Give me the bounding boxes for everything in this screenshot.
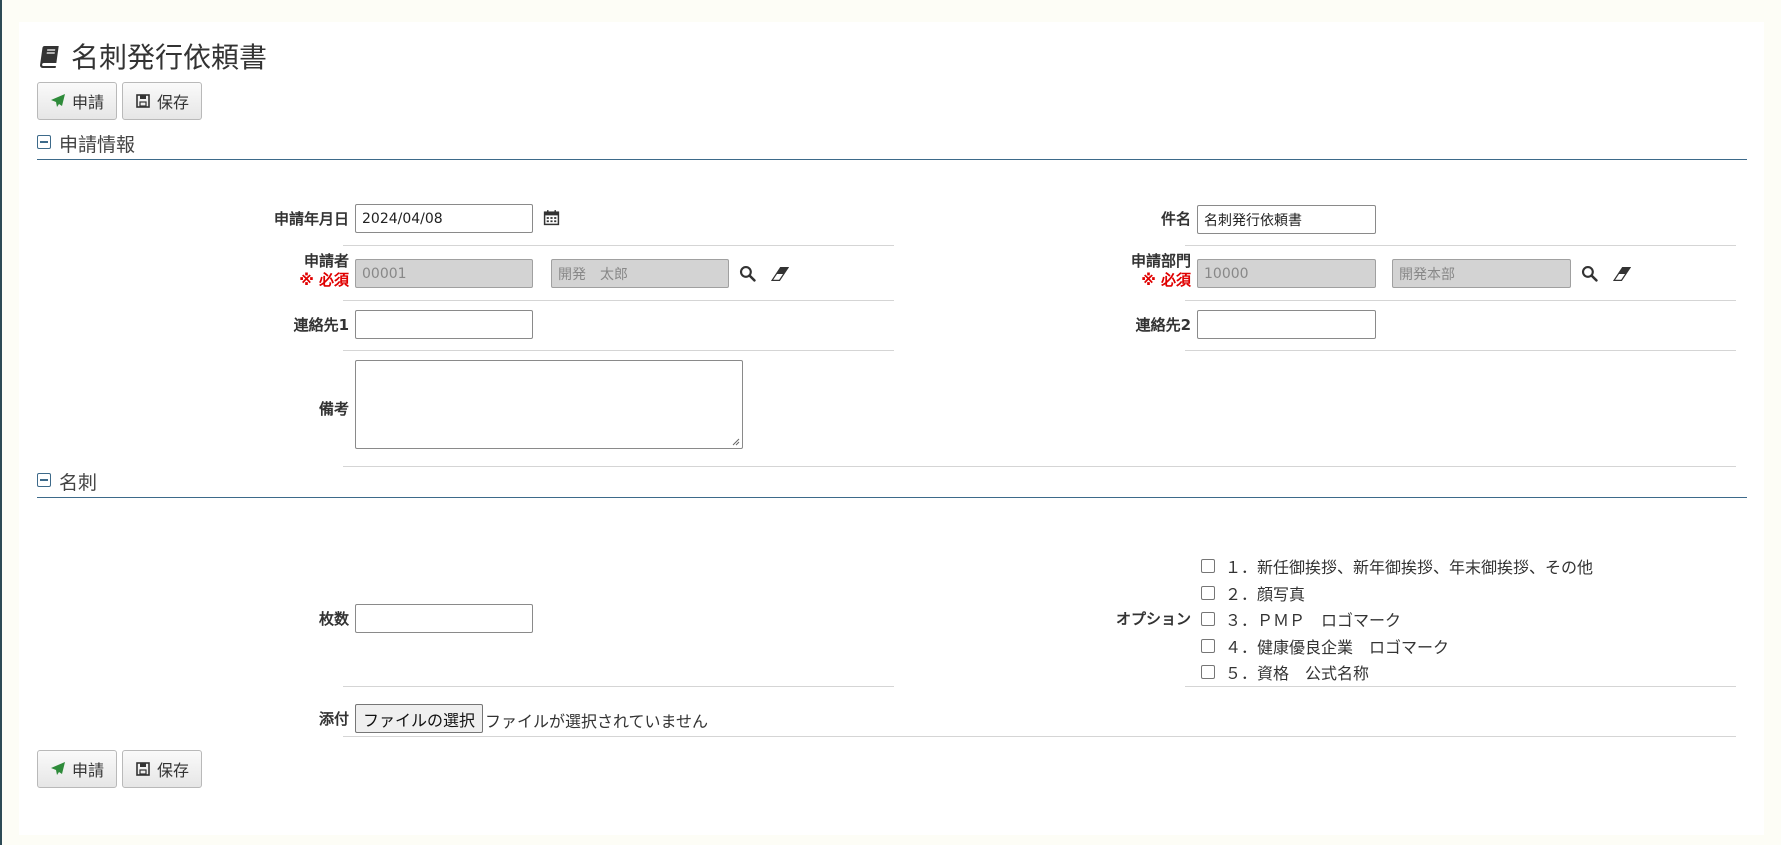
contact2-label: 連絡先2 xyxy=(1135,316,1191,334)
option-checkbox[interactable] xyxy=(1201,559,1215,574)
contact1-input[interactable] xyxy=(355,310,533,339)
collapse-icon[interactable] xyxy=(37,135,51,149)
row-divider xyxy=(1185,300,1736,301)
save-icon xyxy=(136,94,150,108)
department-label-text: 申請部門 xyxy=(1130,252,1191,270)
section-card-title: 名刺 xyxy=(59,472,98,494)
option-checkbox[interactable] xyxy=(1201,638,1215,653)
resize-grip-icon[interactable] xyxy=(732,438,740,446)
row-divider xyxy=(1185,686,1736,687)
applicant-label-text: 申請者 xyxy=(303,252,349,270)
row-divider xyxy=(1185,350,1736,351)
save-button[interactable]: 保存 xyxy=(122,750,203,788)
option-row[interactable]: ４．健康優良企業 ロゴマーク xyxy=(1201,633,1593,660)
row-divider xyxy=(343,736,1736,737)
send-icon xyxy=(51,94,65,107)
search-icon[interactable] xyxy=(739,265,756,282)
option-checkbox[interactable] xyxy=(1201,612,1215,627)
calendar-icon[interactable] xyxy=(543,209,560,226)
option-row[interactable]: ２．顔写真 xyxy=(1201,580,1593,607)
send-icon xyxy=(51,762,65,775)
applicant-name-input: 開発 太郎 xyxy=(551,259,729,288)
collapse-icon[interactable] xyxy=(37,473,51,487)
attachment-label: 添付 xyxy=(318,710,349,728)
option-label: ３．ＰＭＰ ロゴマーク xyxy=(1225,611,1402,631)
date-input[interactable]: 2024/04/08 xyxy=(355,204,533,233)
applicant-code-input: 00001 xyxy=(355,259,533,288)
option-label: ４．健康優良企業 ロゴマーク xyxy=(1225,637,1450,657)
row-divider xyxy=(1185,245,1736,246)
apply-button-label: 申請 xyxy=(72,761,105,780)
form-panel: 名刺発行依頼書 申請 保存 申請情報 申請年月日 2024/04/08 件名 名… xyxy=(19,22,1764,835)
department-label: 申請部門 ※ 必須 xyxy=(1019,252,1191,290)
page-title: 名刺発行依頼書 xyxy=(37,36,267,76)
row-divider xyxy=(343,350,894,351)
save-button[interactable]: 保存 xyxy=(122,82,203,120)
quantity-label: 枚数 xyxy=(318,610,349,628)
page-title-text: 名刺発行依頼書 xyxy=(71,41,268,74)
subject-label: 件名 xyxy=(1160,210,1191,228)
option-checkbox[interactable] xyxy=(1201,585,1215,600)
row-divider xyxy=(343,245,894,246)
apply-button[interactable]: 申請 xyxy=(37,750,118,788)
options-label: オプション xyxy=(1115,610,1191,628)
section-application-header[interactable]: 申請情報 xyxy=(37,130,1747,160)
row-divider xyxy=(343,300,894,301)
contact1-label: 連絡先1 xyxy=(293,316,349,334)
option-checkbox[interactable] xyxy=(1201,665,1215,680)
remarks-textarea[interactable] xyxy=(355,360,743,449)
applicant-label: 申請者 ※ 必須 xyxy=(169,252,349,290)
section-application-title: 申請情報 xyxy=(59,134,136,156)
remarks-label: 備考 xyxy=(318,400,349,418)
subject-input[interactable]: 名刺発行依頼書 xyxy=(1197,205,1376,234)
search-icon[interactable] xyxy=(1581,265,1598,282)
apply-button-label: 申請 xyxy=(72,93,105,112)
book-icon xyxy=(40,46,59,68)
date-label: 申請年月日 xyxy=(273,210,349,228)
quantity-input[interactable] xyxy=(355,604,533,633)
option-row[interactable]: １．新任御挨拶、新年御挨拶、年末御挨拶、その他 xyxy=(1201,553,1593,580)
eraser-icon[interactable] xyxy=(1612,266,1631,282)
option-label: １．新任御挨拶、新年御挨拶、年末御挨拶、その他 xyxy=(1225,558,1594,578)
applicant-required-note: ※ 必須 xyxy=(299,271,349,289)
save-icon xyxy=(136,762,150,776)
option-row[interactable]: ５．資格 公式名称 xyxy=(1201,659,1593,686)
option-row[interactable]: ３．ＰＭＰ ロゴマーク xyxy=(1201,606,1593,633)
department-name-input: 開発本部 xyxy=(1392,259,1571,288)
save-button-label: 保存 xyxy=(157,761,190,780)
bottom-toolbar: 申請 保存 xyxy=(37,750,203,788)
department-code-input: 10000 xyxy=(1197,259,1376,288)
top-toolbar: 申請 保存 xyxy=(37,82,203,120)
window-edge xyxy=(0,0,2,845)
save-button-label: 保存 xyxy=(157,93,190,112)
option-label: ２．顔写真 xyxy=(1225,584,1306,604)
option-label: ５．資格 公式名称 xyxy=(1225,664,1370,684)
apply-button[interactable]: 申請 xyxy=(37,82,118,120)
contact2-input[interactable] xyxy=(1197,310,1376,339)
section-card-header[interactable]: 名刺 xyxy=(37,468,1747,498)
row-divider xyxy=(343,466,1736,467)
eraser-icon[interactable] xyxy=(770,266,789,282)
row-divider xyxy=(343,686,894,687)
department-required-note: ※ 必須 xyxy=(1141,271,1191,289)
file-status-text: ファイルが選択されていません xyxy=(485,712,709,731)
options-checkbox-group: １．新任御挨拶、新年御挨拶、年末御挨拶、その他 ２．顔写真 ３．ＰＭＰ ロゴマー… xyxy=(1201,553,1593,686)
file-select-button[interactable]: ファイルの選択 xyxy=(355,704,484,733)
